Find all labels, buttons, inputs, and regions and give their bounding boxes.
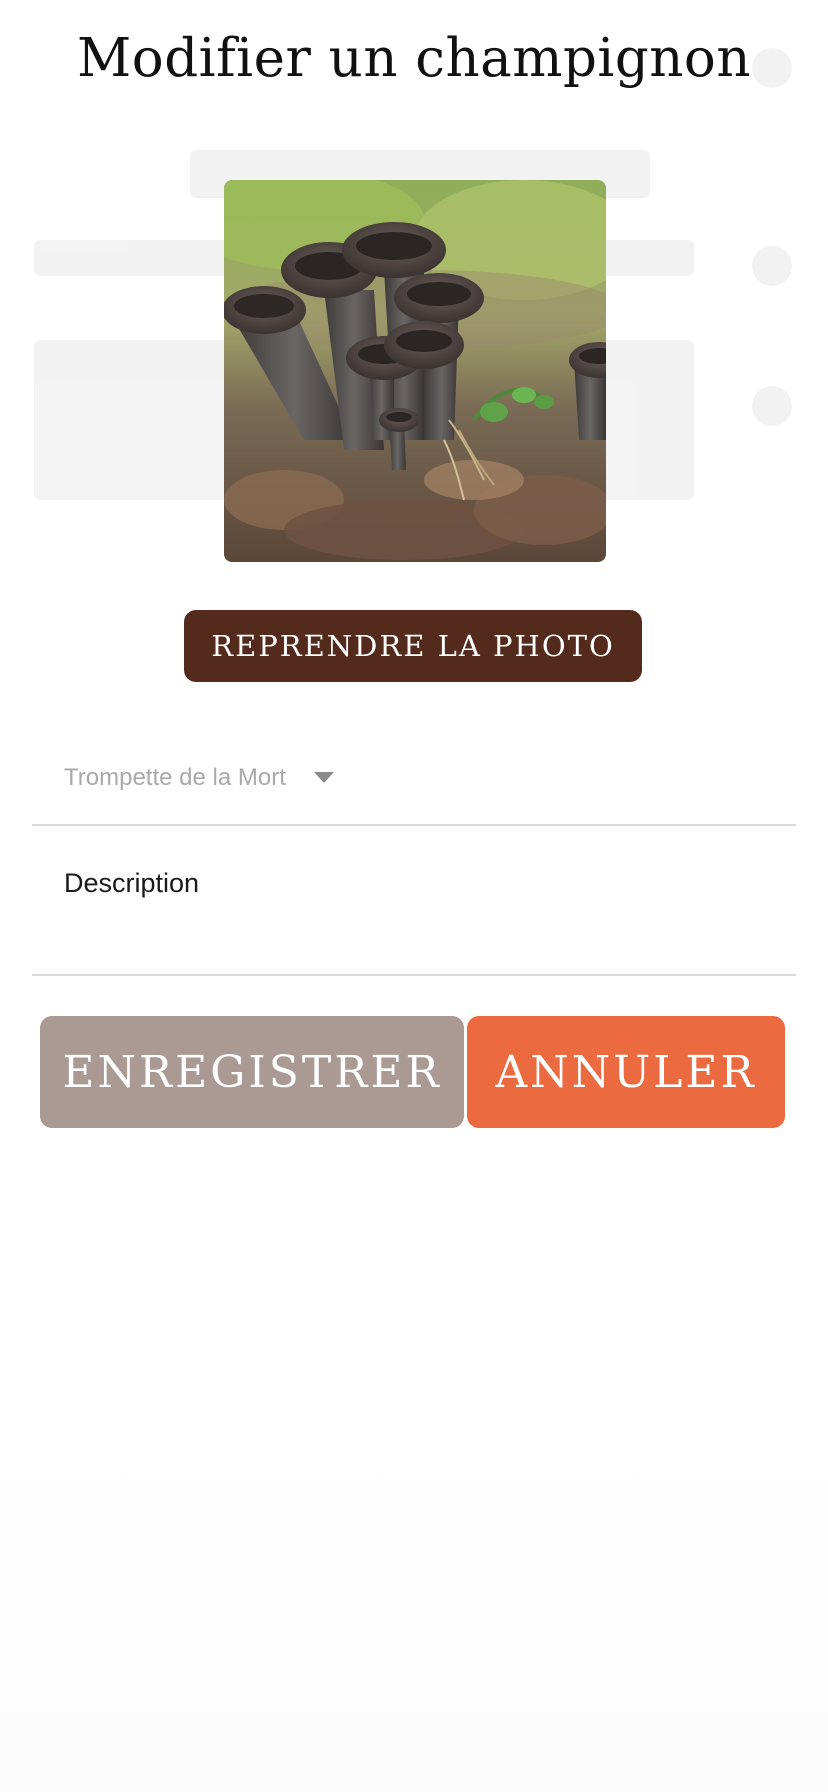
- cancel-button[interactable]: ANNULER: [467, 1016, 785, 1128]
- species-dropdown[interactable]: Trompette de la Mort: [32, 730, 796, 826]
- page-title: Modifier un champignon: [77, 28, 751, 89]
- save-button[interactable]: ENREGISTRER: [40, 1016, 464, 1128]
- species-dropdown-value: Trompette de la Mort: [64, 764, 286, 791]
- retake-photo-button[interactable]: REPRENDRE LA PHOTO: [184, 610, 642, 682]
- caret-down-icon: [314, 772, 334, 783]
- edit-mushroom-screen: Modifier un champignon REPRENDRE LA PHOT…: [0, 0, 828, 1792]
- mushroom-photo-icon: [224, 180, 606, 562]
- description-placeholder: Description: [64, 868, 200, 898]
- mushroom-photo: [224, 180, 606, 562]
- description-field[interactable]: Description: [32, 828, 796, 976]
